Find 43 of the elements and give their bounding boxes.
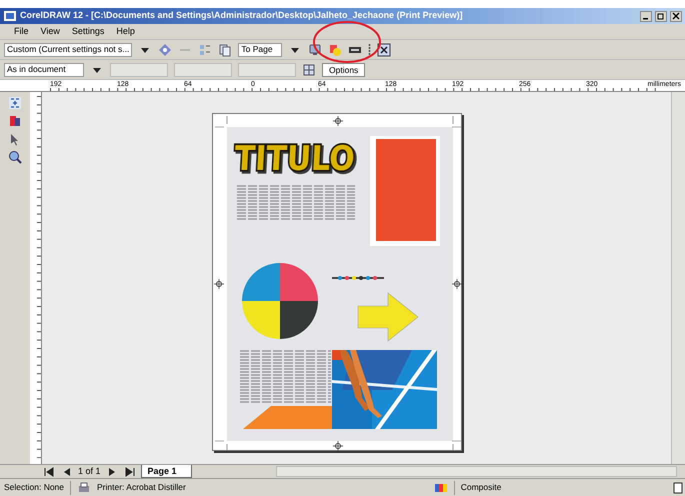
- close-button[interactable]: [670, 10, 682, 22]
- source-dropdown[interactable]: As in document: [4, 62, 84, 76]
- menu-item[interactable]: Settings: [72, 24, 104, 38]
- last-page-icon[interactable]: [122, 464, 137, 478]
- layout-icon[interactable]: [198, 42, 212, 56]
- zoom-dropdown[interactable]: To Page: [238, 42, 282, 56]
- menu-item[interactable]: Help: [116, 24, 135, 38]
- menu-item[interactable]: File: [14, 24, 29, 38]
- preset-dropdown[interactable]: Custom (Current settings not s...: [4, 42, 132, 56]
- diamond-icon[interactable]: [158, 42, 172, 56]
- pages-icon[interactable]: [218, 42, 232, 56]
- pick-tool-icon[interactable]: [8, 96, 22, 110]
- page-tab[interactable]: Page 1: [140, 465, 192, 478]
- color-bar-drawing: [332, 276, 384, 280]
- page-tool-icon[interactable]: [8, 114, 22, 128]
- minimize-button[interactable]: [640, 10, 652, 22]
- page-heading: TITULO: [233, 139, 372, 179]
- first-page-icon[interactable]: [42, 464, 56, 478]
- app-icon: [3, 9, 17, 23]
- close-icon: [672, 12, 680, 20]
- window-title: CorelDRAW 12 - [C:\Documents and Settings\Administrador\Desktop\Jalheto_Jechaone (Print Preview)]: [20, 9, 464, 22]
- close-preview-icon[interactable]: [377, 42, 392, 56]
- selection-status: Selection: None: [4, 481, 64, 494]
- restore-icon: [657, 12, 665, 20]
- color-icon[interactable]: [328, 42, 342, 56]
- vertical-scrollbar[interactable]: [671, 92, 685, 464]
- page-icon: [670, 480, 685, 494]
- arrow-shape: [357, 292, 418, 342]
- zoom-icon[interactable]: [8, 150, 22, 164]
- restore-button[interactable]: [655, 10, 667, 22]
- printer-status: Printer: Acrobat Distiller: [96, 481, 187, 494]
- handle-icon: [368, 42, 372, 56]
- page-counter: 1 of 1: [78, 464, 101, 478]
- horizontal-scrollbar[interactable]: [276, 466, 677, 477]
- registration-mark: [213, 278, 224, 290]
- menu-item[interactable]: View: [40, 24, 60, 38]
- options-button[interactable]: Options: [322, 62, 366, 76]
- grid-icon[interactable]: [302, 62, 316, 76]
- registration-mark: [451, 278, 462, 290]
- mode-status: Composite: [460, 481, 502, 494]
- registration-mark: [332, 116, 343, 126]
- registration-mark: [332, 440, 343, 452]
- printer-icon: [76, 480, 91, 494]
